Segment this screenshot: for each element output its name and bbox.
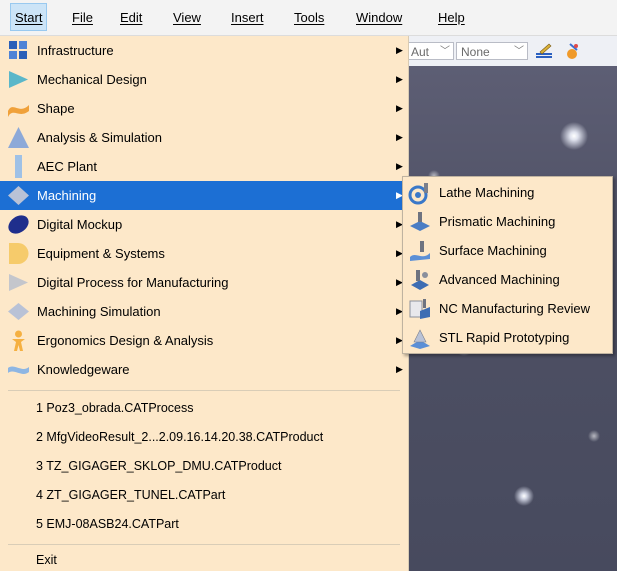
menu-edit[interactable]: Edit bbox=[120, 8, 142, 28]
menu-item-label: Equipment & Systems bbox=[37, 246, 165, 261]
surface-machining-icon bbox=[410, 241, 430, 261]
machining-submenu: Lathe Machining Prismatic Machining Surf… bbox=[402, 176, 613, 354]
submenu-arrow-icon: ▶ bbox=[396, 45, 403, 55]
lathe-machining-icon bbox=[408, 183, 428, 205]
recent-file-1[interactable]: 1 Poz3_obrada.CATProcess bbox=[0, 394, 408, 423]
menu-item-digital-process[interactable]: Digital Process for Manufacturing ▶ bbox=[0, 268, 408, 297]
recent-file-2[interactable]: 2 MfgVideoResult_2...2.09.16.14.20.38.CA… bbox=[0, 423, 408, 452]
menu-item-infrastructure[interactable]: Infrastructure ▶ bbox=[0, 36, 408, 65]
menu-item-label: Machining bbox=[37, 188, 97, 203]
mechanical-design-icon bbox=[9, 71, 28, 88]
menu-item-knowledgeware[interactable]: Knowledgeware ▶ bbox=[0, 355, 408, 384]
menu-insert[interactable]: Insert bbox=[231, 8, 264, 28]
menu-item-label: Machining Simulation bbox=[37, 304, 161, 319]
style-combo-value: None bbox=[461, 45, 490, 59]
menu-item-machining-simulation[interactable]: Machining Simulation ▶ bbox=[0, 297, 408, 326]
recent-file-label: 4 ZT_GIGAGER_TUNEL.CATPart bbox=[36, 488, 226, 502]
submenu-item-nc-manufacturing-review[interactable]: NC Manufacturing Review bbox=[403, 294, 612, 323]
menu-item-label: Infrastructure bbox=[37, 43, 114, 58]
menu-item-label: Digital Process for Manufacturing bbox=[37, 275, 229, 290]
menu-tools[interactable]: Tools bbox=[294, 8, 324, 28]
submenu-item-label: Lathe Machining bbox=[439, 185, 535, 200]
menu-item-digital-mockup[interactable]: Digital Mockup ▶ bbox=[0, 210, 408, 239]
submenu-item-prismatic-machining[interactable]: Prismatic Machining bbox=[403, 207, 612, 236]
aec-plant-icon bbox=[15, 155, 22, 178]
recent-file-label: 1 Poz3_obrada.CATProcess bbox=[36, 401, 194, 415]
toolbar: Aut ﹀ None ﹀ bbox=[404, 36, 617, 67]
menu-item-label: Analysis & Simulation bbox=[37, 130, 162, 145]
menu-item-aec-plant[interactable]: AEC Plant ▶ bbox=[0, 152, 408, 181]
menu-item-label: Mechanical Design bbox=[37, 72, 147, 87]
machining-icon bbox=[8, 186, 29, 205]
submenu-item-label: STL Rapid Prototyping bbox=[439, 330, 570, 345]
machining-simulation-icon bbox=[8, 303, 29, 320]
submenu-item-label: NC Manufacturing Review bbox=[439, 301, 591, 316]
chevron-down-icon: ﹀ bbox=[514, 46, 524, 57]
digital-process-icon bbox=[9, 274, 28, 291]
menu-separator bbox=[8, 544, 400, 545]
knowledgeware-icon bbox=[8, 366, 29, 374]
menu-item-label: Knowledgeware bbox=[37, 362, 130, 377]
recent-file-label: 5 EMJ-08ASB24.CATPart bbox=[36, 517, 179, 531]
menu-item-machining[interactable]: Machining ▶ bbox=[0, 181, 408, 210]
paint-brush-icon[interactable] bbox=[534, 41, 554, 61]
submenu-item-label: Advanced Machining bbox=[439, 272, 560, 287]
advanced-machining-icon bbox=[411, 270, 429, 290]
ergonomics-icon bbox=[12, 330, 25, 351]
menu-item-equipment-systems[interactable]: Equipment & Systems ▶ bbox=[0, 239, 408, 268]
menu-item-ergonomics[interactable]: Ergonomics Design & Analysis ▶ bbox=[0, 326, 408, 355]
shape-icon bbox=[8, 105, 29, 117]
menu-bar: Start File Edit View Insert Tools Window… bbox=[0, 0, 617, 36]
chevron-down-icon: ﹀ bbox=[440, 46, 450, 57]
equipment-systems-icon bbox=[9, 243, 29, 264]
submenu-arrow-icon: ▶ bbox=[396, 364, 403, 374]
recent-file-4[interactable]: 4 ZT_GIGAGER_TUNEL.CATPart bbox=[0, 481, 408, 510]
paint-can-icon[interactable] bbox=[562, 41, 582, 61]
prismatic-machining-icon bbox=[410, 212, 430, 231]
font-size-combo[interactable]: Aut ﹀ bbox=[406, 42, 454, 60]
menu-view[interactable]: View bbox=[173, 8, 201, 28]
menu-separator bbox=[8, 390, 400, 391]
nc-manufacturing-review-icon bbox=[409, 299, 430, 319]
submenu-arrow-icon: ▶ bbox=[396, 103, 403, 113]
start-menu: Infrastructure ▶ Mechanical Design ▶ Sha… bbox=[0, 36, 409, 571]
submenu-arrow-icon: ▶ bbox=[396, 74, 403, 84]
menu-item-mechanical-design[interactable]: Mechanical Design ▶ bbox=[0, 65, 408, 94]
digital-mockup-icon bbox=[8, 215, 29, 234]
menu-file[interactable]: File bbox=[72, 8, 93, 28]
infrastructure-icon bbox=[9, 41, 27, 59]
recent-file-5[interactable]: 5 EMJ-08ASB24.CATPart bbox=[0, 510, 408, 539]
menu-help[interactable]: Help bbox=[438, 8, 465, 28]
recent-file-label: 2 MfgVideoResult_2...2.09.16.14.20.38.CA… bbox=[36, 430, 324, 444]
menu-start[interactable]: Start bbox=[10, 3, 48, 31]
menu-item-analysis-simulation[interactable]: Analysis & Simulation ▶ bbox=[0, 123, 408, 152]
menu-item-label: Digital Mockup bbox=[37, 217, 123, 232]
menu-item-label: AEC Plant bbox=[37, 159, 97, 174]
submenu-item-stl-rapid-prototyping[interactable]: STL Rapid Prototyping bbox=[403, 323, 612, 352]
menu-item-shape[interactable]: Shape ▶ bbox=[0, 94, 408, 123]
menu-item-label: Ergonomics Design & Analysis bbox=[37, 333, 214, 348]
submenu-item-lathe-machining[interactable]: Lathe Machining bbox=[403, 178, 612, 207]
submenu-arrow-icon: ▶ bbox=[396, 132, 403, 142]
menu-window[interactable]: Window bbox=[356, 8, 402, 28]
analysis-simulation-icon bbox=[8, 127, 29, 148]
recent-file-3[interactable]: 3 TZ_GIGAGER_SKLOP_DMU.CATProduct bbox=[0, 452, 408, 481]
font-size-combo-value: Aut bbox=[411, 45, 430, 59]
menu-item-label: Shape bbox=[37, 101, 75, 116]
submenu-item-advanced-machining[interactable]: Advanced Machining bbox=[403, 265, 612, 294]
stl-rapid-prototyping-icon bbox=[410, 329, 430, 349]
recent-file-label: 3 TZ_GIGAGER_SKLOP_DMU.CATProduct bbox=[36, 459, 282, 473]
submenu-item-surface-machining[interactable]: Surface Machining bbox=[403, 236, 612, 265]
submenu-item-label: Surface Machining bbox=[439, 243, 547, 258]
submenu-item-label: Prismatic Machining bbox=[439, 214, 556, 229]
style-combo[interactable]: None ﹀ bbox=[456, 42, 528, 60]
